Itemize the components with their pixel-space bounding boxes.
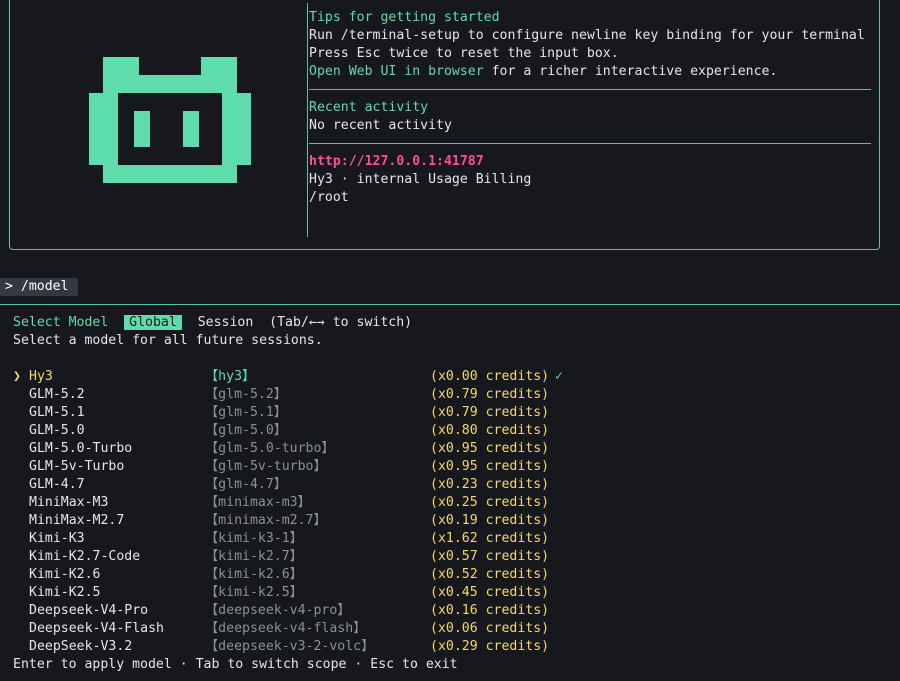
- model-name: Kimi-K2.6: [29, 567, 101, 582]
- command-prompt[interactable]: > /model: [0, 278, 78, 296]
- model-list: ❯ Hy3 【hy3】 (x0.00 credits) ✓ GLM-5.2 【glm-5.2…: [13, 368, 893, 656]
- switch-hint: (Tab/←→ to switch): [269, 315, 413, 330]
- model-name: DeepSeek-V3.2: [29, 639, 133, 654]
- model-option[interactable]: Kimi-K2.6 【kimi-k2.6】 (x0.52 credits): [13, 566, 893, 584]
- model-id: 【glm-4.7】: [205, 477, 287, 492]
- model-option[interactable]: MiniMax-M2.7 【minimax-m2.7】 (x0.19 credits…: [13, 512, 893, 530]
- model-id: 【kimi-k2.7】: [205, 549, 303, 564]
- model-cost: (x0.45 credits): [430, 585, 550, 600]
- model-name: Hy3: [29, 369, 53, 384]
- scope-session-tab[interactable]: Session: [198, 315, 254, 330]
- model-id: 【glm-5v-turbo】: [205, 459, 327, 474]
- tip-reset-input: Press Esc twice to reset the input box.: [309, 46, 619, 61]
- model-id: 【kimi-k3-1】: [205, 531, 303, 546]
- model-option[interactable]: Deepseek-V4-Flash 【deepseek-v4-flash】 (x0.…: [13, 620, 893, 638]
- model-name: Deepseek-V4-Pro: [29, 603, 149, 618]
- working-directory: /root: [309, 190, 349, 205]
- model-cost: (x0.25 credits): [430, 495, 550, 510]
- model-id: 【deepseek-v4-flash】: [205, 621, 367, 636]
- model-cost: (x0.57 credits): [430, 549, 550, 564]
- open-web-ui-link[interactable]: Open Web UI in browser: [309, 64, 484, 79]
- model-cost: (x0.79 credits): [430, 387, 550, 402]
- model-selector-header: Select Model Global Session (Tab/←→ to s…: [13, 314, 893, 350]
- model-name: Kimi-K3: [29, 531, 85, 546]
- model-option[interactable]: DeepSeek-V3.2 【deepseek-v3-2-volc】 (x0.29 …: [13, 638, 893, 656]
- model-name: GLM-4.7: [29, 477, 85, 492]
- robot-mascot-icon: [89, 57, 251, 183]
- model-cost: (x0.95 credits): [430, 441, 550, 456]
- tips-title: Tips for getting started: [309, 10, 500, 25]
- model-id: 【kimi-k2.5】: [205, 585, 303, 600]
- selector-title-row: Select Model Global Session (Tab/←→ to s…: [13, 314, 893, 332]
- model-option[interactable]: GLM-5.0 【glm-5.0】 (x0.80 credits): [13, 422, 893, 440]
- model-option[interactable]: MiniMax-M3 【minimax-m3】 (x0.25 credits): [13, 494, 893, 512]
- model-id: 【glm-5.1】: [205, 405, 287, 420]
- account-info: Hy3 · internal Usage Billing: [309, 172, 532, 187]
- tip-terminal-setup: Run /terminal-setup to configure newline…: [309, 28, 865, 43]
- model-name: Kimi-K2.7-Code: [29, 549, 141, 564]
- model-option[interactable]: GLM-5.0-Turbo 【glm-5.0-turbo】 (x0.95 credi…: [13, 440, 893, 458]
- model-id: 【hy3】: [205, 369, 256, 384]
- selected-caret-icon: ❯: [13, 369, 21, 384]
- section-divider: [309, 89, 871, 90]
- scope-global-tab[interactable]: Global: [124, 315, 182, 330]
- tip-web-ui-rest: for a richer interactive experience.: [483, 64, 778, 79]
- model-cost: (x0.52 credits): [430, 567, 550, 582]
- model-option[interactable]: GLM-5.2 【glm-5.2】 (x0.79 credits): [13, 386, 893, 404]
- model-name: GLM-5.1: [29, 405, 85, 420]
- model-name: Deepseek-V4-Flash: [29, 621, 164, 636]
- model-cost: (x0.79 credits): [430, 405, 550, 420]
- model-cost: (x0.19 credits): [430, 513, 550, 528]
- model-name: MiniMax-M2.7: [29, 513, 125, 528]
- tip-web-ui: Open Web UI in browser for a richer inte…: [309, 63, 871, 81]
- model-id: 【minimax-m2.7】: [205, 513, 327, 528]
- section-divider: [309, 143, 871, 144]
- model-option[interactable]: Kimi-K2.7-Code 【kimi-k2.7】 (x0.57 credits): [13, 548, 893, 566]
- panel-divider: [307, 3, 308, 237]
- model-id: 【glm-5.0-turbo】: [205, 441, 335, 456]
- recent-activity-value: No recent activity: [309, 118, 452, 133]
- model-option[interactable]: Kimi-K3 【kimi-k3-1】 (x1.62 credits): [13, 530, 893, 548]
- model-cost: (x0.06 credits): [430, 621, 550, 636]
- model-option[interactable]: Deepseek-V4-Pro 【deepseek-v4-pro】 (x0.16 c…: [13, 602, 893, 620]
- check-icon: ✓: [555, 369, 563, 384]
- model-name: MiniMax-M3: [29, 495, 109, 510]
- model-cost: (x1.62 credits): [430, 531, 550, 546]
- model-name: GLM-5v-Turbo: [29, 459, 125, 474]
- model-id: 【kimi-k2.6】: [205, 567, 303, 582]
- model-name: Kimi-K2.5: [29, 585, 101, 600]
- model-cost: (x0.23 credits): [430, 477, 550, 492]
- model-name: GLM-5.2: [29, 387, 85, 402]
- model-option[interactable]: GLM-5v-Turbo 【glm-5v-turbo】 (x0.95 credits…: [13, 458, 893, 476]
- model-option[interactable]: GLM-4.7 【glm-4.7】 (x0.23 credits): [13, 476, 893, 494]
- model-cost: (x0.00 credits): [430, 369, 550, 384]
- model-option[interactable]: GLM-5.1 【glm-5.1】 (x0.79 credits): [13, 404, 893, 422]
- footer-hint: Enter to apply model · Tab to switch sco…: [13, 657, 458, 672]
- model-id: 【glm-5.0】: [205, 423, 287, 438]
- model-option[interactable]: ❯ Hy3 【hy3】 (x0.00 credits) ✓: [13, 368, 893, 386]
- model-id: 【glm-5.2】: [205, 387, 287, 402]
- selector-title: Select Model: [13, 315, 109, 330]
- model-cost: (x0.80 credits): [430, 423, 550, 438]
- model-name: GLM-5.0: [29, 423, 85, 438]
- model-id: 【deepseek-v3-2-volc】: [205, 639, 375, 654]
- model-cost: (x0.95 credits): [430, 459, 550, 474]
- model-id: 【deepseek-v4-pro】: [205, 603, 351, 618]
- recent-activity-title: Recent activity: [309, 100, 429, 115]
- model-name: GLM-5.0-Turbo: [29, 441, 133, 456]
- horizontal-separator: [0, 304, 900, 305]
- model-cost: (x0.16 credits): [430, 603, 550, 618]
- model-cost: (x0.29 credits): [430, 639, 550, 654]
- server-url-link[interactable]: http://127.0.0.1:41787: [309, 153, 871, 171]
- model-id: 【minimax-m3】: [205, 495, 311, 510]
- welcome-info: Tips for getting started Run /terminal-s…: [309, 9, 871, 207]
- model-option[interactable]: Kimi-K2.5 【kimi-k2.5】 (x0.45 credits): [13, 584, 893, 602]
- selector-subtitle: Select a model for all future sessions.: [13, 333, 323, 348]
